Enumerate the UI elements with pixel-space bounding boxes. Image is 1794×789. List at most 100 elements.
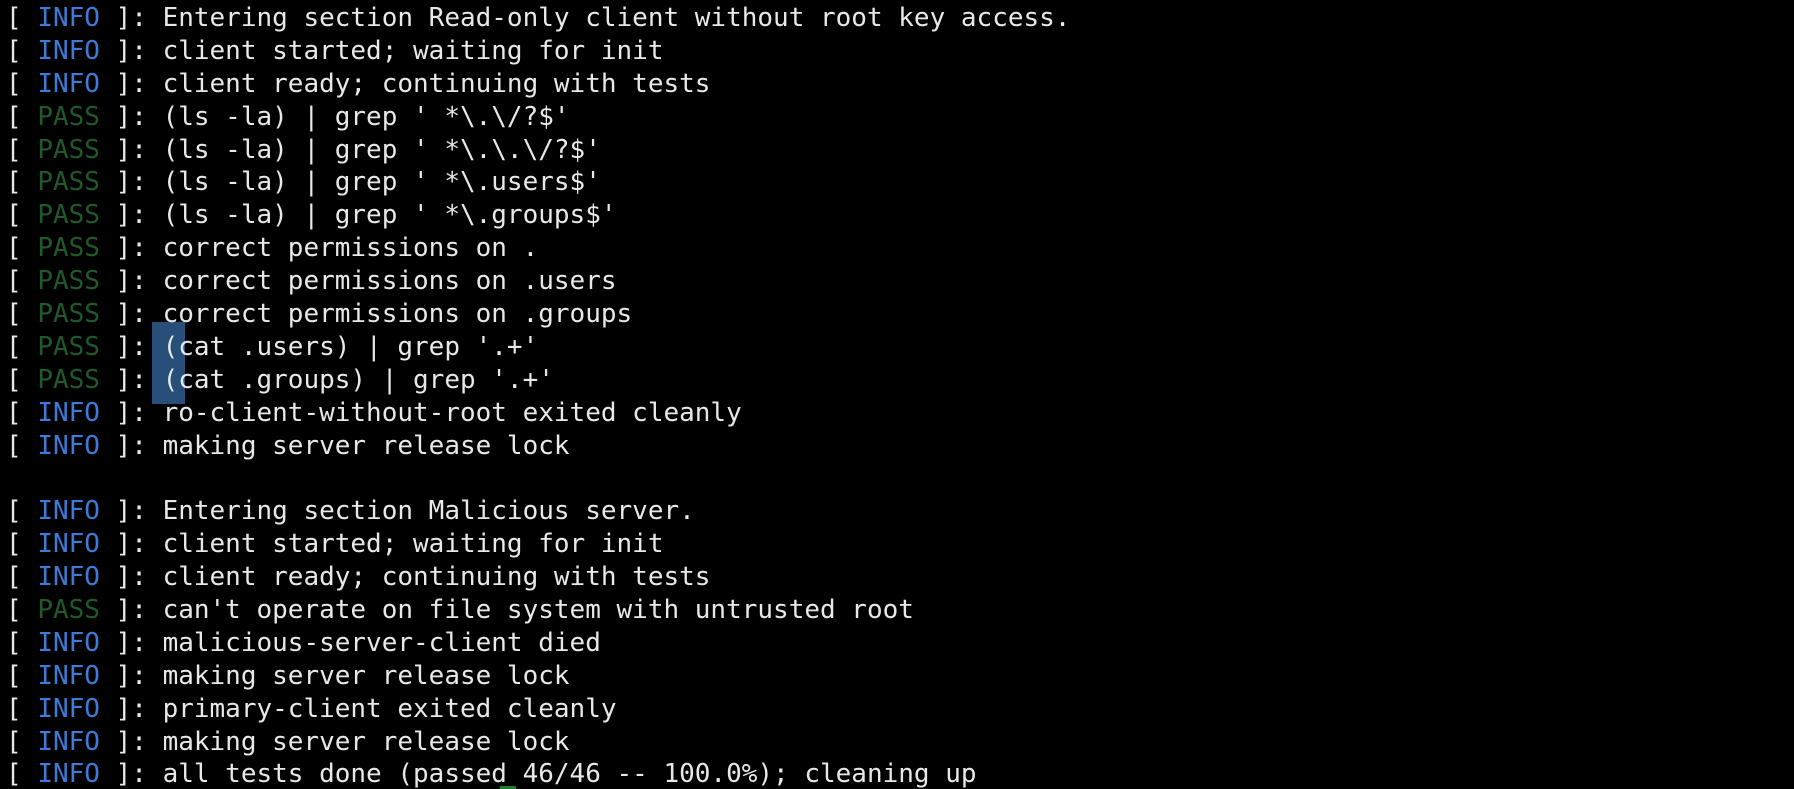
log-line: [ PASS ]: (cat .groups) | grep '.+' [6, 364, 1794, 397]
log-message: Entering section Read-only client withou… [162, 3, 1071, 33]
log-line: [ INFO ]: malicious-server-client died [6, 627, 1794, 660]
log-message: correct permissions on . [162, 233, 539, 264]
bracket-open: [ [6, 68, 38, 99]
log-message: all tests done (passed 46/46 -- 100.0%);… [162, 759, 977, 789]
bracket-open: [ [6, 397, 38, 428]
bracket-close: ]: [99, 562, 163, 593]
bracket-close: ]: [99, 759, 163, 789]
bracket-open: [ [6, 660, 38, 691]
log-level-info: INFO [37, 430, 100, 461]
log-line: [ INFO ]: primary-client exited cleanly [6, 693, 1794, 726]
log-message: (ls -la) | grep ' *\.users$' [162, 167, 601, 198]
log-level-info: INFO [37, 562, 100, 593]
log-message: making server release lock [162, 726, 570, 757]
log-line: [ PASS ]: (ls -la) | grep ' *\.\/?$' [6, 101, 1794, 134]
bracket-close: ]: [99, 134, 163, 165]
log-line: [ INFO ]: client ready; continuing with … [6, 68, 1794, 101]
bracket-open: [ [6, 200, 38, 231]
bracket-close: ]: [99, 68, 163, 99]
bracket-close: ]: [99, 35, 163, 66]
bracket-open: [ [6, 562, 38, 593]
bracket-close: ]: [99, 299, 163, 330]
bracket-close: ]: [99, 101, 163, 132]
log-line: [ PASS ]: correct permissions on .groups [6, 298, 1794, 331]
log-message: (cat .groups) | grep '.+' [162, 364, 554, 395]
bracket-close: ]: [99, 266, 163, 297]
bracket-close: ]: [99, 364, 163, 395]
log-line: [ PASS ]: (ls -la) | grep ' *\.users$' [6, 166, 1794, 199]
bracket-open: [ [6, 233, 38, 264]
log-message: (ls -la) | grep ' *\.\.\/?$' [162, 134, 601, 165]
log-level-pass: PASS [37, 200, 100, 231]
log-message: primary-client exited cleanly [162, 693, 617, 724]
log-line: [ INFO ]: client started; waiting for in… [6, 35, 1794, 68]
bracket-open: [ [6, 266, 38, 297]
log-level-info: INFO [37, 693, 100, 724]
log-message: correct permissions on .users [162, 266, 617, 297]
bracket-close: ]: [99, 693, 163, 724]
log-message: (cat .users) | grep '.+' [162, 331, 539, 362]
bracket-open: [ [6, 101, 38, 132]
log-message: correct permissions on .groups [162, 299, 633, 330]
log-level-info: INFO [37, 35, 100, 66]
bracket-open: [ [6, 693, 38, 724]
log-level-info: INFO [37, 68, 100, 99]
bracket-close: ]: [99, 233, 163, 264]
bracket-open: [ [6, 35, 38, 66]
terminal-window[interactable]: [ INFO ]: Entering section Read-only cli… [0, 0, 1794, 789]
bracket-open: [ [6, 726, 38, 757]
log-level-pass: PASS [37, 364, 100, 395]
bracket-open: [ [6, 167, 38, 198]
log-level-info: INFO [37, 3, 100, 33]
bracket-close: ]: [99, 627, 163, 658]
log-level-info: INFO [37, 529, 100, 560]
bracket-open: [ [6, 364, 38, 395]
bracket-open: [ [6, 759, 38, 789]
bracket-close: ]: [99, 3, 163, 33]
bracket-open: [ [6, 299, 38, 330]
bracket-open: [ [6, 134, 38, 165]
bracket-close: ]: [99, 331, 163, 362]
log-message: (ls -la) | grep ' *\.\/?$' [162, 101, 570, 132]
log-level-info: INFO [37, 496, 100, 527]
log-level-info: INFO [37, 726, 100, 757]
bracket-open: [ [6, 430, 38, 461]
log-message: client started; waiting for init [162, 35, 664, 66]
log-message: ro-client-without-root exited cleanly [162, 397, 742, 428]
log-level-pass: PASS [37, 101, 100, 132]
log-level-pass: PASS [37, 595, 100, 626]
bracket-close: ]: [99, 167, 163, 198]
log-line: [ PASS ]: correct permissions on .users [6, 265, 1794, 298]
log-line: [ INFO ]: Entering section Malicious ser… [6, 495, 1794, 528]
log-level-pass: PASS [37, 266, 100, 297]
log-message: client started; waiting for init [162, 529, 664, 560]
log-level-pass: PASS [37, 299, 100, 330]
bracket-open: [ [6, 529, 38, 560]
bracket-close: ]: [99, 726, 163, 757]
log-level-info: INFO [37, 660, 100, 691]
log-message: making server release lock [162, 660, 570, 691]
log-line: [ INFO ]: making server release lock [6, 726, 1794, 759]
log-level-pass: PASS [37, 134, 100, 165]
log-level-info: INFO [37, 397, 100, 428]
bracket-open: [ [6, 595, 38, 626]
bracket-close: ]: [99, 200, 163, 231]
bracket-close: ]: [99, 529, 163, 560]
log-line: [ INFO ]: Entering section Read-only cli… [6, 2, 1794, 35]
log-line: [ INFO ]: ro-client-without-root exited … [6, 397, 1794, 430]
bracket-open: [ [6, 627, 38, 658]
log-line: [ PASS ]: (cat .users) | grep '.+' [6, 331, 1794, 364]
log-message: making server release lock [162, 430, 570, 461]
log-line: [ PASS ]: (ls -la) | grep ' *\.groups$' [6, 199, 1794, 232]
log-line: [ INFO ]: making server release lock [6, 660, 1794, 693]
log-level-pass: PASS [37, 233, 100, 264]
log-message: malicious-server-client died [162, 627, 601, 658]
log-message: (ls -la) | grep ' *\.groups$' [162, 200, 617, 231]
log-message: client ready; continuing with tests [162, 562, 711, 593]
bracket-close: ]: [99, 660, 163, 691]
log-line: [ INFO ]: making server release lock [6, 430, 1794, 463]
log-message: Entering section Malicious server. [162, 496, 695, 527]
log-message: client ready; continuing with tests [162, 68, 711, 99]
bracket-close: ]: [99, 496, 163, 527]
